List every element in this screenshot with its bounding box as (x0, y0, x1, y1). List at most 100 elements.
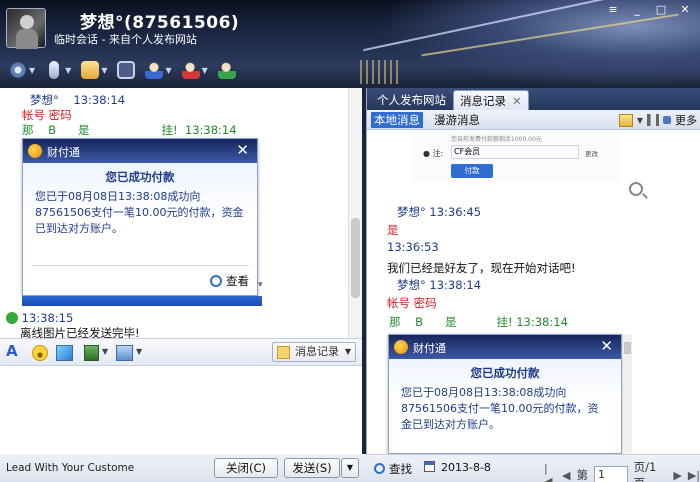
pagination: |◀ ◀ 第 1 页/1页 ▶ ▶| (544, 459, 700, 482)
message-time: 13:38:14 (516, 315, 568, 329)
side-panel-tabs: 个人发布网站 消息记录 ✕ (367, 88, 700, 110)
tab-personal-site[interactable]: 个人发布网站 (371, 90, 452, 110)
camera-icon (9, 61, 27, 79)
contact-title: 梦想°(87561506) (80, 13, 240, 33)
popup-header: 财付通 ✕ (389, 335, 621, 359)
popup-message: 您已于08月08日13:38:08成功向87561506支付一笔10.00元的付… (401, 386, 599, 431)
screen-record-icon[interactable] (116, 345, 133, 361)
search-button[interactable]: 查找 (374, 461, 412, 477)
message-time: 13:36:45 (429, 205, 482, 219)
chevron-down-icon[interactable]: ▼ (136, 347, 142, 363)
subtab-roaming-messages[interactable]: 漫游消息 (431, 112, 483, 128)
send-options-button[interactable]: ▼ (341, 458, 359, 478)
maximize-icon[interactable]: □ (650, 2, 672, 18)
export-icon[interactable] (618, 113, 633, 127)
send-button[interactable]: 发送(S) (284, 458, 340, 478)
payment-notification-image: 财付通 ✕ 您已成功付款 您已于08月08日13:38:08成功向8756150… (388, 334, 622, 454)
font-icon[interactable]: A (6, 342, 18, 360)
history-scrollbar[interactable] (622, 334, 632, 454)
video-call-button[interactable]: ▼ (6, 58, 38, 82)
popup-app-name: 财付通 (47, 146, 80, 159)
popup-app-name: 财付通 (413, 342, 446, 355)
image-icon[interactable] (56, 345, 73, 361)
message-text: 帐号 密码 (22, 108, 72, 122)
add-friend-button[interactable] (215, 58, 239, 82)
popup-header: 财付通 ✕ (23, 139, 257, 163)
scrollbar-thumb[interactable] (351, 218, 360, 298)
zoom-icon[interactable] (629, 182, 643, 196)
message-input[interactable] (0, 366, 362, 454)
subtab-local-messages[interactable]: 本地消息 (371, 112, 423, 128)
message-time: 13:38:14 (184, 123, 237, 137)
chevron-down-icon[interactable]: ▼ (165, 66, 171, 75)
close-button[interactable]: 关闭(C) (214, 458, 278, 478)
screen-icon (117, 61, 136, 79)
tab-message-history[interactable]: 消息记录 ✕ (453, 90, 529, 110)
screenshot-icon[interactable] (84, 345, 99, 361)
session-subtitle: 临时会话 - 来自个人发布网站 (54, 33, 197, 46)
ad-text[interactable]: Lead With Your Custome (6, 462, 134, 474)
view-link[interactable]: 查看 (210, 273, 249, 289)
prev-page-icon[interactable]: ◀ (562, 469, 570, 482)
add-user-icon (217, 61, 236, 79)
message-header: 梦想° 13:36:45 (397, 204, 481, 220)
page-input[interactable]: 1 (593, 466, 628, 482)
scrollbar-thumb[interactable] (624, 342, 631, 354)
more-icon (663, 116, 671, 124)
message-word: B (48, 123, 57, 137)
menu-icon[interactable]: ≡ (602, 2, 624, 18)
status-line: 13:38:15 (6, 311, 73, 325)
chevron-down-icon[interactable]: ▼ (345, 343, 351, 361)
image-pay-button: 付款 (451, 164, 493, 178)
message-text: 是 (387, 223, 399, 237)
remote-desktop-button[interactable] (114, 58, 138, 82)
emoji-icon[interactable] (32, 345, 48, 361)
remove-user-icon (181, 61, 200, 79)
history-button-label: 消息记录 (295, 345, 339, 358)
block-user-button[interactable]: ▼ (179, 58, 211, 82)
minimize-icon[interactable]: _ (626, 2, 648, 18)
taskbar-strip (22, 296, 262, 306)
image-label: ● 注: (423, 149, 444, 158)
chevron-down-icon[interactable]: ▼ (102, 347, 108, 363)
chat-scrollbar[interactable] (348, 88, 362, 338)
chevron-down-icon[interactable]: ▼ (101, 66, 107, 75)
message-text: 我们已经是好友了，现在开始对话吧! (387, 261, 576, 275)
send-file-button[interactable]: ▼ (78, 58, 110, 82)
page-label: 第 (576, 468, 588, 482)
first-page-icon[interactable]: |◀ (544, 462, 556, 482)
avatar[interactable] (6, 8, 46, 49)
history-subtabs: 本地消息 漫游消息 ▼ 更多 (367, 110, 700, 130)
history-bottom-bar: 查找 2013-8-8 |◀ ◀ 第 1 页/1页 ▶ ▶| (366, 454, 700, 482)
sender-name: 梦想° (397, 278, 426, 292)
message-word: 挂! (161, 123, 178, 137)
divider (31, 265, 249, 266)
message-header: 梦想° 13:38:14 (30, 92, 125, 108)
date-picker[interactable]: 2013-8-8 (424, 461, 491, 474)
title-bar: 梦想°(87561506) 临时会话 - 来自个人发布网站 ≡ _ □ ✕ ▼ … (0, 0, 700, 88)
message-time: 13:38:14 (73, 93, 126, 107)
close-icon[interactable]: ✕ (236, 141, 249, 159)
close-icon[interactable]: ✕ (674, 2, 696, 18)
message-history-button[interactable]: 消息记录 ▼ (272, 342, 356, 362)
message-time: 13:38:14 (429, 278, 482, 292)
chevron-down-icon[interactable]: ▼ (29, 66, 35, 75)
message-text: 那 B 是 挂! 13:38:14 (389, 314, 568, 330)
chevron-down-icon[interactable]: ▼ (637, 116, 643, 125)
chevron-down-icon[interactable]: ▾ (258, 280, 263, 290)
popup-heading: 您已成功付款 (105, 170, 175, 184)
payment-notification-popup: 财付通 ✕ 您已成功付款 您已于08月08日13:38:08成功向8756150… (22, 138, 258, 296)
close-icon[interactable]: ✕ (512, 94, 522, 108)
create-group-button[interactable]: ▼ (142, 58, 174, 82)
chat-toolbar: ▼ ▼ ▼ ▼ ▼ (0, 55, 300, 85)
more-button[interactable]: 更多 (675, 112, 697, 128)
chevron-down-icon[interactable]: ▼ (65, 66, 71, 75)
view-link-label: 查看 (226, 274, 249, 288)
last-page-icon[interactable]: ▶| (688, 469, 700, 482)
message-time: 13:36:53 (387, 240, 439, 254)
speaker-icon[interactable] (647, 114, 659, 126)
voice-call-button[interactable]: ▼ (42, 58, 74, 82)
chevron-down-icon[interactable]: ▼ (202, 66, 208, 75)
next-page-icon[interactable]: ▶ (673, 469, 681, 482)
microphone-icon (49, 61, 60, 79)
